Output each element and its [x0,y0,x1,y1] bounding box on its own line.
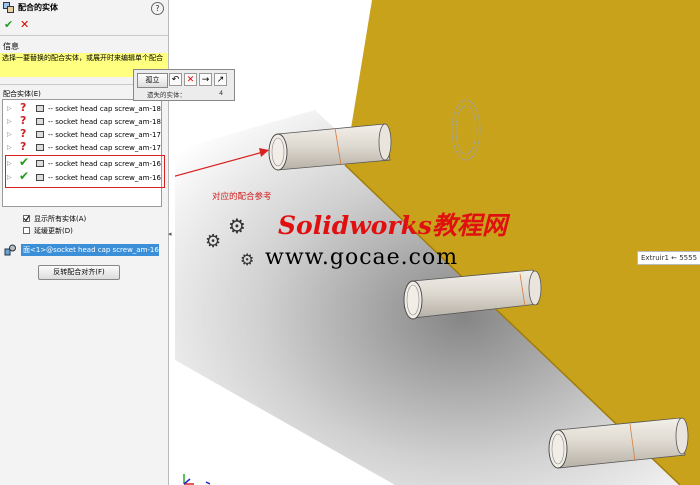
cancel-x-icon[interactable]: ✕ [20,18,29,31]
next-arrow-icon[interactable]: → [199,73,212,86]
missing-entities-label: 遗失的实体： [147,91,186,99]
entity-label: -- socket head cap screw_am-18 [48,118,161,126]
defer-update-label: 延缓更新(D) [34,227,73,235]
missing-question-icon: ? [20,140,27,153]
checkmark-icon [23,215,30,222]
list-item[interactable]: ▷ ? -- socket head cap screw_am-18 [3,114,161,128]
undo-icon[interactable]: ↶ [169,73,182,86]
annotation-highlight-box [5,155,165,188]
missing-entities-popup: 孤立 ↶ ✕ → ↗ 遗失的实体： 4 [133,69,235,101]
gear-icon: ⚙ [240,250,255,269]
gear-icon: ⚙ [228,214,246,238]
show-all-entities-label: 显示所有实体(A) [34,215,87,223]
missing-question-icon: ? [20,101,27,114]
expand-arrow-icon[interactable]: ▷ [7,142,12,154]
mate-entities-list[interactable]: ▷ ? -- socket head cap screw_am-18 ▷ ? -… [2,99,162,207]
graphics-viewport[interactable] [175,0,700,485]
face-icon [36,118,44,125]
defer-update-checkbox[interactable] [23,227,30,234]
mate-reference-icon [4,244,16,256]
list-item[interactable]: ▷ ? -- socket head cap screw_am-17 [3,127,161,141]
show-all-entities-checkbox[interactable] [23,215,30,222]
mate-entities-icon [3,2,14,13]
flip-mate-alignment-button[interactable]: 反转配合对齐(F) [38,265,120,280]
face-icon [36,131,44,138]
axis-triad-icon [183,474,210,485]
panel-title: 配合的实体 [18,3,58,12]
collapse-arrow-icon[interactable]: ◂ [168,230,174,242]
mate-reference-field[interactable]: 面<1>@socket head cap screw_am-16 [21,244,159,256]
divider [0,35,168,36]
entity-label: -- socket head cap screw_am-18 [48,105,161,113]
list-item[interactable]: ▷ ? -- socket head cap screw_am-17 [3,140,161,154]
mate-entities-section-label[interactable]: 配合实体(E) [3,89,41,99]
expand-arrow-icon[interactable]: ▷ [7,103,12,115]
expand-arrow-icon[interactable]: ▷ [7,116,12,128]
missing-question-icon: ? [20,127,27,140]
expand-arrow-icon[interactable]: ▷ [7,129,12,141]
missing-question-icon: ? [20,114,27,127]
panel-header: 配合的实体 ? [0,0,168,16]
watermark-url: www.gocae.com [265,245,459,270]
entity-label: -- socket head cap screw_am-17 [48,131,161,139]
clear-x-icon[interactable]: ✕ [184,73,197,86]
model-scene [175,0,700,485]
feature-tooltip: Extruir1 ← 5555 [637,251,700,265]
isolate-button[interactable]: 孤立 [137,73,168,88]
watermark-title: Solidworks教程网 [278,211,507,240]
annotation-text: 对应的配合参考 [212,192,272,202]
expand-diagonal-icon[interactable]: ↗ [214,73,227,86]
gear-icon: ⚙ [205,231,222,252]
help-icon[interactable]: ? [151,2,164,15]
info-section-label[interactable]: 信息 [3,41,19,52]
ok-check-icon[interactable]: ✔ [4,18,13,31]
entity-label: -- socket head cap screw_am-17 [48,144,161,152]
missing-entities-count: 4 [219,89,224,97]
face-icon [36,105,44,112]
face-icon [36,144,44,151]
list-item[interactable]: ▷ ? -- socket head cap screw_am-18 [3,101,161,115]
